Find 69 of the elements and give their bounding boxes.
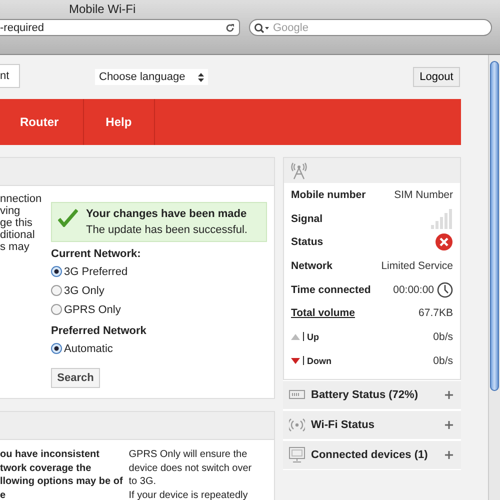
tab[interactable]: nt <box>0 64 20 88</box>
plus-icon <box>445 420 453 428</box>
field-label: Current Network: <box>51 247 142 262</box>
info-text: device does not switch over <box>128 462 252 475</box>
info-text: to 3G. <box>128 475 158 488</box>
collapsible-section[interactable]: Connected devices (1) <box>283 440 461 470</box>
search-icon <box>254 23 270 33</box>
message-text: The update has been successful. <box>86 224 248 236</box>
up-triangle-icon <box>291 334 300 340</box>
error-icon <box>435 233 453 252</box>
address-field[interactable]: -required <box>0 19 240 36</box>
intro-text: nnection <box>0 193 43 205</box>
radio-option[interactable]: Automatic <box>51 339 267 358</box>
radio-icon[interactable] <box>51 304 62 315</box>
intro-text: ving <box>0 205 22 217</box>
info-text: If your device is repeatedly <box>128 488 249 500</box>
scrollbar[interactable] <box>488 55 500 500</box>
status-value: 00:00:00 <box>393 284 434 296</box>
status-value: 0b/s <box>433 354 453 367</box>
radio-icon[interactable] <box>51 343 62 354</box>
info-text: GPRS Only will ensure the <box>128 448 248 462</box>
down-triangle-icon <box>291 358 300 364</box>
antenna-icon <box>290 162 308 180</box>
plus-icon <box>445 450 453 458</box>
search-field[interactable]: Google <box>249 19 492 36</box>
status-label: Network <box>291 260 332 272</box>
radio-option[interactable]: GPRS Only <box>51 300 267 319</box>
collapsible-section[interactable]: Wi-Fi Status <box>283 410 461 440</box>
logout-button[interactable]: Logout <box>413 67 460 87</box>
nav-item[interactable]: Router <box>0 99 84 145</box>
checkmark-icon <box>58 209 78 227</box>
status-value: Limited Service <box>381 260 453 272</box>
status-label: Signal <box>291 212 323 225</box>
radio-icon[interactable] <box>51 266 62 277</box>
info-text: e <box>0 488 7 500</box>
status-label: Up <box>307 332 319 342</box>
monitor-icon <box>289 446 305 462</box>
status-value: 67.7KB <box>418 307 453 320</box>
search-button[interactable]: Search <box>51 368 100 388</box>
clock-icon <box>437 282 453 298</box>
status-label: Down <box>307 356 332 366</box>
intro-text: ditional <box>0 229 36 241</box>
nav-item[interactable]: Help <box>84 99 155 145</box>
field-label: Preferred Network <box>51 324 148 339</box>
radio-option[interactable]: 3G Only <box>51 281 267 300</box>
intro-text: ge this <box>0 217 34 229</box>
status-value: SIM Number <box>394 188 453 201</box>
collapsible-section[interactable]: Battery Status (72%) <box>283 380 461 410</box>
scrollbar-thumb[interactable] <box>490 61 499 391</box>
reload-icon[interactable] <box>225 22 235 32</box>
message-title: Your changes have been made <box>86 208 248 220</box>
radio-option[interactable]: 3G Preferred <box>51 262 267 281</box>
radio-icon[interactable] <box>51 285 62 296</box>
status-label: Status <box>291 236 324 248</box>
info-text: twork coverage the <box>0 462 92 475</box>
info-text: llowing options may be of <box>0 475 123 488</box>
signal-icon <box>431 208 453 229</box>
wifi-icon <box>289 418 305 432</box>
status-label: Mobile number <box>291 188 366 201</box>
total-volume-link[interactable]: Total volume <box>291 307 355 320</box>
status-value: 0b/s <box>433 330 453 343</box>
updown-icon <box>198 72 204 82</box>
info-text: ou have inconsistent <box>0 448 100 462</box>
window-title: Mobile Wi-Fi <box>69 2 136 16</box>
plus-icon <box>445 390 453 398</box>
status-label: Time connected <box>291 284 371 296</box>
battery-icon <box>289 390 305 399</box>
intro-text: s may <box>0 241 30 253</box>
language-select[interactable]: Choose language <box>95 69 208 85</box>
